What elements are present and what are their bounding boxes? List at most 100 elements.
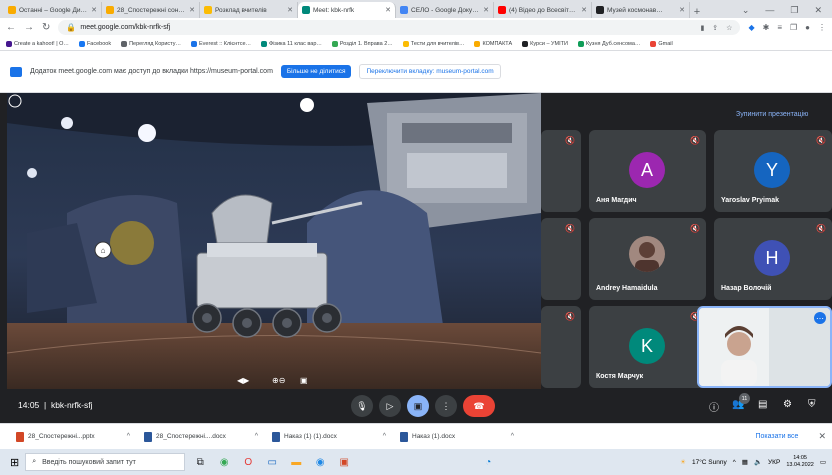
close-tab-icon[interactable]: ✕: [385, 6, 391, 14]
participant-tile: 🔇 H Назар Волочій: [714, 218, 832, 300]
participant-name: Аня Магдич: [596, 197, 637, 204]
profile-avatar[interactable]: ●: [805, 23, 810, 32]
bookmark-item[interactable]: Facebook: [78, 40, 111, 47]
switch-tab-button[interactable]: Переключити вкладку: museum-portal.com: [359, 64, 501, 79]
camera-button[interactable]: ▷: [379, 395, 401, 417]
show-hidden-icons-icon[interactable]: ^: [733, 459, 736, 466]
close-window-button[interactable]: ✕: [814, 5, 822, 16]
more-options-icon[interactable]: ⋯: [814, 312, 826, 324]
host-controls-icon[interactable]: ⛨: [808, 399, 816, 410]
powerpoint-icon[interactable]: ▣: [335, 453, 353, 471]
present-now-button[interactable]: ▣: [407, 395, 429, 417]
bookmark-item[interactable]: Кузня Дуб.сенсома…: [577, 40, 640, 47]
maximize-button[interactable]: ❐: [790, 5, 798, 16]
downloads-list: 28_Спостережні...pptx ^ 28_Спостережні....…: [12, 428, 518, 446]
task-view-icon[interactable]: ⧉: [191, 453, 209, 471]
chrome-profile-icon[interactable]: ◉: [311, 453, 329, 471]
bookmark-star-icon[interactable]: ☆: [726, 24, 732, 32]
close-tab-icon[interactable]: ✕: [679, 6, 685, 14]
address-bar[interactable]: 🔒 meet.google.com/kbk-nrfk-sfj ▮ ⇪ ☆: [58, 20, 741, 35]
forward-button[interactable]: →: [24, 22, 34, 33]
taskbar-search-box[interactable]: ⌕ Введіть пошуковий запит тут: [25, 453, 186, 471]
windows-start-icon[interactable]: ⊞: [10, 456, 19, 469]
tab-search-icon[interactable]: ≡: [777, 23, 782, 32]
download-item[interactable]: 28_Спостережні....docx ^: [140, 428, 262, 446]
bookmarks-bar: Create a kahoot! | O… Facebook Перегляд Ко…: [0, 37, 832, 51]
close-tab-icon[interactable]: ✕: [581, 6, 587, 14]
browser-tab[interactable]: 28_Спостережні сон… ✕: [102, 2, 200, 18]
bookmark-label: Тести для вчителів…: [410, 40, 465, 47]
svg-text:⊕⊖: ⊕⊖: [272, 376, 285, 385]
bookmark-item[interactable]: Create a kahoot! | O…: [6, 40, 69, 47]
stop-presenting-button[interactable]: Зупинити презентацію: [736, 111, 808, 118]
browser-tab[interactable]: Meet: kbk-nrfk ✕: [298, 2, 396, 18]
close-tab-icon[interactable]: ✕: [91, 6, 97, 14]
leave-call-button[interactable]: ☎: [463, 395, 495, 417]
bookmark-item[interactable]: Фізика 11 клас вар…: [261, 40, 322, 47]
stop-sharing-button[interactable]: Більше не ділитися: [280, 65, 352, 78]
chat-icon[interactable]: ▤: [758, 399, 767, 410]
download-item[interactable]: Наказ (1).docx ^: [396, 428, 518, 446]
bookmark-label: Everest :: Клієнтсе…: [199, 40, 252, 47]
close-tab-icon[interactable]: ✕: [483, 6, 489, 14]
chevron-up-icon[interactable]: ^: [127, 433, 130, 440]
minimize-button[interactable]: —: [765, 5, 774, 15]
share-icon[interactable]: ⇪: [712, 24, 718, 32]
browser-tab[interactable]: Останні – Google Ди… ✕: [4, 2, 102, 18]
bookmark-item[interactable]: Курси – УМІТИ: [522, 40, 568, 47]
bookmark-item[interactable]: Розділ 1. Вправа 2…: [331, 40, 393, 47]
browser-tab[interactable]: Музей космонав… ✕: [592, 2, 690, 18]
network-icon[interactable]: ▦: [742, 458, 748, 466]
browser-tab[interactable]: (4) Відео до Всесвіт… ✕: [494, 2, 592, 18]
weather-text[interactable]: 17°C Sunny: [692, 459, 727, 466]
close-tab-icon[interactable]: ✕: [189, 6, 195, 14]
download-item[interactable]: 28_Спостережні...pptx ^: [12, 428, 134, 446]
browser-tab[interactable]: СЕЛО - Google Доку… ✕: [396, 2, 494, 18]
mic-muted-icon: 🔇: [816, 224, 826, 233]
store-icon[interactable]: ▭: [263, 453, 281, 471]
download-item[interactable]: Наказ (1) (1).docx ^: [268, 428, 390, 446]
taskbar-clock[interactable]: 14:05 13.04.2022: [786, 455, 814, 469]
browser-tab[interactable]: Розклад вчителів ✕: [200, 2, 298, 18]
chevron-down-icon[interactable]: ⌄: [742, 5, 750, 16]
bookmark-item[interactable]: КОМПАКТА: [474, 40, 512, 47]
edge-icon[interactable]: ◔: [479, 453, 497, 471]
chevron-up-icon[interactable]: ^: [383, 433, 386, 440]
clock-time: 14:05: [793, 455, 807, 461]
close-tab-icon[interactable]: ✕: [287, 6, 293, 14]
reload-button[interactable]: ↻: [42, 22, 50, 33]
bookmark-item[interactable]: Перегляд Користу…: [121, 40, 181, 47]
volume-icon[interactable]: 🔈: [754, 458, 762, 466]
sidebar-icon[interactable]: ❐: [790, 23, 797, 32]
more-options-button[interactable]: ⋮: [435, 395, 457, 417]
activities-icon[interactable]: ⚙: [783, 399, 792, 410]
extension-icon[interactable]: ◆: [748, 23, 754, 32]
new-tab-button[interactable]: +: [690, 6, 704, 18]
bookmark-favicon-icon: [402, 40, 409, 47]
camera-indicator-icon[interactable]: ▮: [700, 24, 704, 32]
browser-toolbar: ← → ↻ 🔒 meet.google.com/kbk-nrfk-sfj ▮ ⇪…: [0, 18, 832, 37]
tab-favicon-icon: [8, 6, 16, 14]
close-downloads-icon[interactable]: ✕: [818, 431, 832, 442]
participant-photo-avatar: [629, 236, 665, 272]
bookmark-favicon-icon: [261, 40, 268, 47]
back-button[interactable]: ←: [6, 22, 16, 33]
chrome-icon[interactable]: ◉: [215, 453, 233, 471]
puzzle-icon[interactable]: ✱: [763, 23, 770, 32]
download-filename: 28_Спостережні....docx: [156, 433, 226, 440]
participant-name: Назар Волочій: [721, 285, 772, 292]
show-all-downloads-link[interactable]: Показати все: [755, 433, 812, 440]
file-explorer-icon[interactable]: ▬: [287, 453, 305, 471]
opera-icon[interactable]: O: [239, 453, 257, 471]
mic-muted-icon: 🔇: [565, 312, 575, 321]
chevron-up-icon[interactable]: ^: [255, 433, 258, 440]
bookmark-item[interactable]: Тести для вчителів…: [402, 40, 465, 47]
meeting-details-icon[interactable]: ⓘ: [709, 399, 719, 414]
bookmark-item[interactable]: Gmail: [650, 40, 673, 47]
more-menu-icon[interactable]: ⋮: [818, 23, 826, 32]
notifications-icon[interactable]: ▭: [820, 458, 826, 466]
bookmark-item[interactable]: Everest :: Клієнтсе…: [191, 40, 252, 47]
microphone-button[interactable]: 🎙: [351, 395, 373, 417]
chevron-up-icon[interactable]: ^: [511, 433, 514, 440]
language-indicator[interactable]: УКР: [768, 459, 780, 466]
